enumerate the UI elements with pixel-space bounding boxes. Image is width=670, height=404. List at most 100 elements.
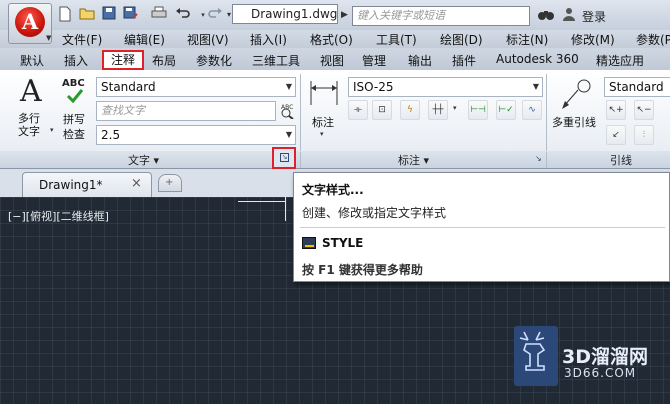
tab-layout[interactable]: 布局 [152,52,176,69]
multiline-text-label: 多行 文字 [18,112,40,138]
dimension-style-value: ISO-25 [353,80,394,94]
align-leaders-icon[interactable]: ↙ [606,125,626,145]
tab-autodesk-360[interactable]: Autodesk 360 [496,52,579,66]
menu-tools[interactable]: 工具(T) [376,31,417,48]
spellcheck-button[interactable]: ABC 拼写 检查 [60,78,94,146]
find-replace-icon[interactable]: ABC [279,101,297,121]
watermark: 3D溜溜网 3D66.COM [514,326,670,388]
continue-dimension-icon[interactable]: ┼┼ [428,100,448,120]
chevron-down-icon: ▼ [532,82,539,91]
text-style-dialog-launcher[interactable]: ↘ [272,147,296,169]
document-title: Drawing1.dwg [232,4,338,24]
jogged-linear-icon[interactable]: ϟ [400,100,420,120]
tooltip-divider [300,227,665,228]
chevron-down-icon: ▼ [46,34,52,42]
dialog-launcher-icon: ↘ [280,153,289,162]
open-file-icon[interactable] [78,6,96,24]
text-height-value: 2.5 [101,128,121,142]
inspect-dimension-icon[interactable]: ⊡ [372,100,392,120]
undo-icon[interactable] [174,6,192,24]
menu-dimension[interactable]: 标注(N) [506,31,548,48]
multileader-icon [558,78,594,115]
panel-divider [546,152,547,168]
menu-edit[interactable]: 编辑(E) [124,31,165,48]
file-tab-label: Drawing1* [39,178,103,192]
tooltip-help: 按 F1 键获得更多帮助 [302,263,423,277]
multiline-text-button[interactable]: A 多行 文字 ▾ [14,74,54,146]
tab-annotate[interactable]: 注释 [102,50,144,70]
dimension-panel-title[interactable]: 标注 ▾ [398,152,429,168]
print-icon[interactable] [150,6,168,24]
watermark-url: 3D66.COM [564,366,637,380]
menu-parametric[interactable]: 参数(P) [636,31,670,48]
tab-insert[interactable]: 插入 [64,52,88,69]
menu-file[interactable]: 文件(F) [62,31,102,48]
tab-manage[interactable]: 管理 [362,52,386,69]
user-icon[interactable] [562,7,578,23]
watermark-brand: 3D溜溜网 [562,346,648,368]
dimension-update-icon[interactable]: ⊢✓ [496,100,516,120]
multileader-style-value: Standard [609,80,664,94]
tab-parametric[interactable]: 参数化 [196,52,232,69]
tooltip-title: 文字样式... [302,183,364,197]
menu-insert[interactable]: 插入(I) [250,31,287,48]
ribbon-panel-titles [0,151,670,169]
file-tab-drawing1[interactable]: Drawing1* × [22,172,152,197]
tooltip-command: STYLE [322,236,364,250]
crosshair-vertical [285,197,286,221]
search-input[interactable]: 键入关键字或短语 [352,6,530,26]
viewport-controls-label[interactable]: [−][俯视][二维线框] [8,208,109,224]
tab-view[interactable]: 视图 [320,52,344,69]
deer-logo-icon [514,326,558,386]
command-icon [302,237,316,249]
tab-plugins[interactable]: 插件 [452,52,476,69]
checkmark-icon [66,88,84,107]
multileader-style-select[interactable]: Standard [604,77,670,97]
plus-icon: + [165,177,174,188]
application-menu-button[interactable]: A ▼ [8,3,52,44]
tooltip-description: 创建、修改或指定文字样式 [302,206,447,220]
tooltip: 文字样式... 创建、修改或指定文字样式 STYLE 按 F1 键获得更多帮助 [293,172,670,282]
new-tab-button[interactable]: + [158,174,182,192]
save-as-icon[interactable] [122,6,140,24]
login-button[interactable]: 登录 [582,8,606,25]
crosshair-horizontal [238,201,286,202]
text-panel-title[interactable]: 文字 ▾ [128,152,159,168]
text-a-icon: A [20,74,42,109]
text-style-value: Standard [101,80,156,94]
dimension-style-select[interactable]: ISO-25 ▼ [348,77,543,97]
chevron-down-icon[interactable]: ▾ [453,104,457,112]
linear-dimension-button[interactable]: 标注 ▾ [306,76,342,146]
tab-3d-tools[interactable]: 三维工具 [252,52,300,69]
collect-leaders-icon[interactable]: ⫶ [634,125,654,145]
binoculars-icon[interactable] [537,7,555,23]
dimension-dialog-launcher-icon[interactable]: ↘ [535,154,542,163]
multileader-button[interactable]: 多重引线 [552,76,602,146]
tab-default[interactable]: 默认 [20,52,44,69]
menu-view[interactable]: 视图(V) [187,31,229,48]
chevron-down-icon: ▼ [285,82,292,91]
menu-draw[interactable]: 绘图(D) [440,31,483,48]
multileader-label: 多重引线 [552,116,596,129]
tab-output[interactable]: 输出 [408,52,432,69]
panel-divider [300,152,301,168]
leader-panel-title[interactable]: 引线 [610,152,632,168]
find-text-input[interactable]: 查找文字 [96,101,276,121]
save-icon[interactable] [100,6,118,24]
chevron-down-icon: ▾ [320,130,324,138]
new-file-icon[interactable] [56,6,74,24]
remove-leader-icon[interactable]: ↖− [634,100,654,120]
adjust-space-icon[interactable]: ⊢⊣ [468,100,488,120]
reassociate-icon[interactable]: ∿ [522,100,542,120]
add-leader-icon[interactable]: ↖+ [606,100,626,120]
dimension-break-icon[interactable]: ⟛ [348,100,368,120]
menu-format[interactable]: 格式(O) [310,31,353,48]
tab-featured-apps[interactable]: 精选应用 [596,52,644,69]
chevron-down-icon: ▼ [285,130,292,139]
text-height-select[interactable]: 2.5 ▼ [96,125,296,145]
linear-dimension-icon [308,78,340,109]
menu-modify[interactable]: 修改(M) [571,31,615,48]
text-style-select[interactable]: Standard ▼ [96,77,296,97]
close-icon[interactable]: × [131,176,142,191]
spellcheck-label: 拼写 检查 [63,113,85,141]
